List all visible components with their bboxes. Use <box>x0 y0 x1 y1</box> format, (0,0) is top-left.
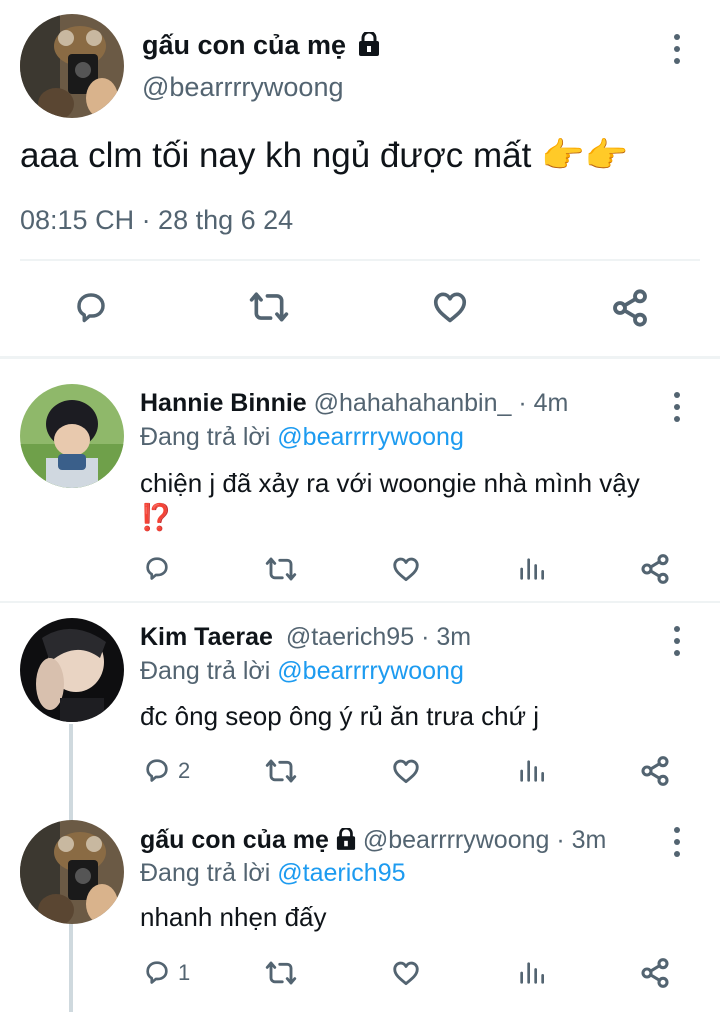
avatar-main[interactable] <box>20 14 124 118</box>
lock-icon <box>336 826 356 857</box>
reply-display-name[interactable]: Hannie Binnie <box>140 389 307 417</box>
like-icon[interactable] <box>390 554 422 584</box>
share-icon[interactable] <box>610 288 650 328</box>
retweet-icon[interactable] <box>248 288 290 326</box>
reply-display-name[interactable]: Kim Taerae <box>140 623 273 651</box>
more-options-icon[interactable] <box>670 827 684 857</box>
more-options-icon[interactable] <box>670 34 684 64</box>
like-icon[interactable] <box>390 756 422 786</box>
interrobang-emoji: ⁉️ <box>140 502 173 532</box>
reply-text: chiện j đã xảy ra với woongie nhà mình v… <box>140 468 640 532</box>
more-options-icon[interactable] <box>670 626 684 656</box>
reply-time[interactable]: · 4m <box>518 389 568 417</box>
reply-text: nhanh nhẹn đấy <box>140 902 327 932</box>
reply-time[interactable]: · 3m <box>556 826 606 854</box>
share-icon[interactable] <box>639 755 671 787</box>
main-tweet-text: aaa clm tối nay kh ngủ được mất 👉👉 <box>20 136 629 175</box>
reply-handle[interactable]: @taerich95 <box>286 623 414 651</box>
replying-to-line: Đang trả lời @bearrrrywoong <box>140 657 464 685</box>
avatar-reply-hannie[interactable] <box>20 384 124 488</box>
reply-count: 1 <box>178 960 191 985</box>
more-options-icon[interactable] <box>670 392 684 422</box>
main-display-name: gấu con của mẹ <box>142 30 380 63</box>
main-handle[interactable]: @bearrrrywoong <box>142 72 344 103</box>
reply-handle[interactable]: @hahahahanbin_ <box>314 389 512 417</box>
views-icon[interactable] <box>517 555 545 583</box>
reply-handle[interactable]: @bearrrrywoong <box>363 826 550 854</box>
retweet-icon[interactable] <box>264 554 298 584</box>
replying-to-line: Đang trả lời @taerich95 <box>140 859 406 887</box>
reply-display-name[interactable]: gấu con của mẹ <box>140 826 329 854</box>
section-divider <box>0 601 720 603</box>
like-icon[interactable] <box>390 958 422 988</box>
retweet-icon[interactable] <box>264 756 298 786</box>
reply-text: đc ông seop ông ý rủ ăn trưa chứ j <box>140 701 540 731</box>
reply-count: 2 <box>178 758 191 783</box>
replying-to-line: Đang trả lời @bearrrrywoong <box>140 423 464 451</box>
views-icon[interactable] <box>517 959 545 987</box>
main-timestamp[interactable]: 08:15 CH · 28 thg 6 24 <box>20 205 293 236</box>
reply-icon[interactable] <box>142 554 172 582</box>
reply-icon[interactable] <box>72 289 110 325</box>
replying-to-handle[interactable]: @bearrrrywoong <box>277 423 464 451</box>
avatar-reply-self[interactable] <box>20 820 124 924</box>
lock-icon <box>358 30 380 63</box>
pointing-hands-emoji: 👉👉 <box>541 136 629 175</box>
replying-to-handle[interactable]: @bearrrrywoong <box>277 657 464 685</box>
share-icon[interactable] <box>639 957 671 989</box>
reply-header: gấu con của mẹ @bearrrrywoong · 3m <box>140 826 606 857</box>
section-divider <box>0 356 720 359</box>
reply-header: Hannie Binnie @hahahahanbin_ · 4m <box>140 389 568 418</box>
retweet-icon[interactable] <box>264 958 298 988</box>
divider <box>20 259 700 261</box>
reply-header: Kim Taerae @taerich95 · 3m <box>140 623 471 652</box>
avatar-reply-kim[interactable] <box>20 618 124 722</box>
reply-icon[interactable] <box>142 756 172 784</box>
share-icon[interactable] <box>639 553 671 585</box>
like-icon[interactable] <box>430 288 470 326</box>
replying-to-handle[interactable]: @taerich95 <box>277 859 405 887</box>
reply-icon[interactable] <box>142 958 172 986</box>
reply-time[interactable]: · 3m <box>421 623 471 651</box>
views-icon[interactable] <box>517 757 545 785</box>
